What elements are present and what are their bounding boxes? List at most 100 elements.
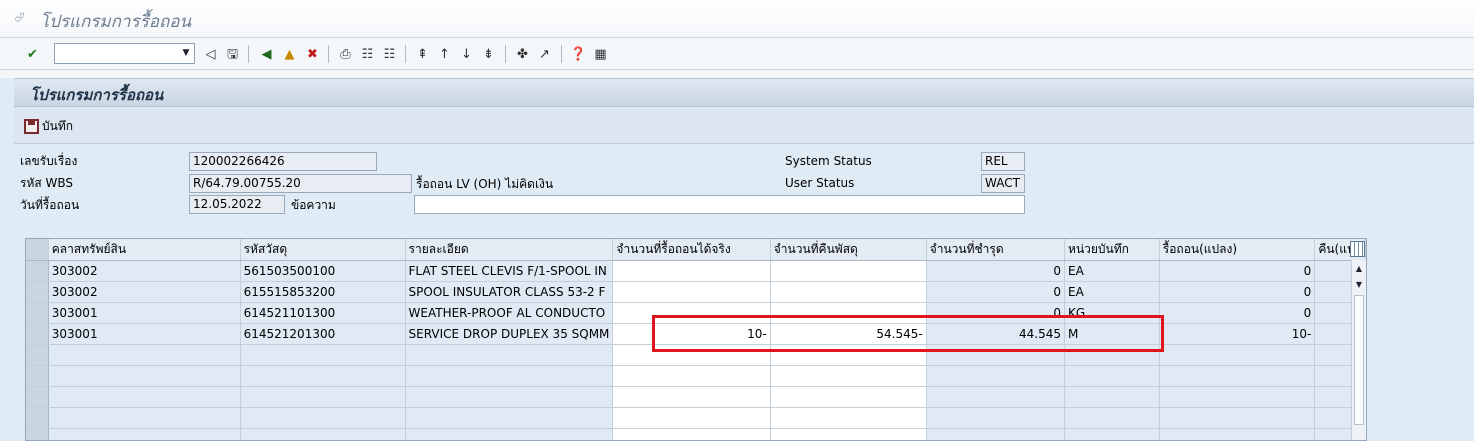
column-header[interactable]: รื้อถอน(แปลง) [1159,239,1316,261]
find-icon[interactable]: ☷ [359,46,376,63]
table-cell: KG [1064,302,1160,324]
table-row[interactable] [26,407,1366,429]
table-row[interactable]: 303001 614521101300 WEATHER-PROOF AL CONDU… [26,302,1366,324]
table-cell: 0 [926,281,1066,303]
row-selector[interactable] [26,365,49,387]
table-cell[interactable] [770,344,927,366]
table-cell[interactable] [770,281,927,303]
table-cell[interactable] [612,302,771,324]
scroll-thumb[interactable] [1354,295,1364,425]
table-cell[interactable] [770,407,927,429]
exit-icon[interactable]: ▲ [281,46,298,63]
table-cell [926,365,1066,387]
vertical-scrollbar[interactable]: ▲ ▼ [1351,260,1366,440]
wbs-field[interactable]: R/64.79.00755.20 [189,174,412,193]
save-button[interactable]: บันทึก [24,116,73,136]
previous-page-icon[interactable]: ↑ [436,46,453,63]
last-page-icon[interactable]: ⇟ [480,46,497,63]
toolbar-separator [248,45,249,63]
find-next-icon[interactable]: ☷ [381,46,398,63]
column-header[interactable]: คลาสทรัพย์สิน [48,239,241,261]
print-icon[interactable]: ⎙ [337,46,354,63]
column-header[interactable]: จำนวนที่คืนพัสดุ [770,239,927,261]
create-session-icon[interactable]: ✤ [514,46,531,63]
table-cell[interactable] [770,365,927,387]
row-selector[interactable] [26,260,49,282]
table-cell [240,365,406,387]
doc-no-field[interactable]: 120002266426 [189,152,377,171]
standard-toolbar: ✔ ▼ ◁ 🖫 ◀ ▲ ✖ ⎙ ☷ ☷ ⇞ ↑ ↓ ⇟ ✤ ↗ ❓ ▦ [0,38,1474,70]
table-row[interactable]: 303002 561503500100 FLAT STEEL CLEVIS F/1-… [26,260,1366,282]
column-header[interactable]: หน่วยบันทึก [1064,239,1160,261]
row-selector[interactable] [26,323,49,345]
menu-icon[interactable]: ⮰ [14,12,30,26]
next-page-icon[interactable]: ↓ [458,46,475,63]
select-all-cell[interactable] [26,239,49,261]
row-selector[interactable] [26,386,49,408]
table-row[interactable] [26,365,1366,387]
row-selector[interactable] [26,407,49,429]
layout-icon[interactable]: ▦ [592,46,609,63]
table-cell[interactable] [612,407,771,429]
table-cell [48,428,241,440]
table-cell [240,344,406,366]
system-status-field[interactable]: REL [981,152,1025,171]
column-header[interactable]: จำนวนที่ชำรุด [926,239,1066,261]
date-field[interactable]: 12.05.2022 [189,195,285,214]
table-cell [240,428,406,440]
table-cell: FLAT STEEL CLEVIS F/1-SPOOL IN [405,260,614,282]
table-row[interactable]: 303002 615515853200 SPOOL INSULATOR CLASS … [26,281,1366,303]
table-cell[interactable] [612,428,771,440]
message-label: ข้อความ [291,198,336,212]
help-icon[interactable]: ❓ [570,46,587,63]
table-cell [240,407,406,429]
table-cell [1064,386,1160,408]
shortcut-icon[interactable]: ↗ [536,46,553,63]
user-status-field[interactable]: WACT [981,174,1025,193]
table-cell [240,386,406,408]
back-arrow-icon[interactable]: ◁ [202,46,219,63]
enter-icon[interactable]: ✔ [24,46,41,63]
table-cell[interactable] [612,260,771,282]
table-row[interactable] [26,344,1366,366]
row-selector[interactable] [26,281,49,303]
table-cell [1159,344,1316,366]
first-page-icon[interactable]: ⇞ [414,46,431,63]
table-cell[interactable] [770,386,927,408]
page-title: โปรแกรมการรื้อถอน [30,86,164,104]
table-cell[interactable] [612,344,771,366]
column-header[interactable]: จำนวนที่รื้อถอนได้จริง [612,239,771,261]
scroll-up-icon[interactable]: ▲ [1354,262,1364,276]
table-row[interactable]: 303001 614521201300 SERVICE DROP DUPLEX 35… [26,323,1366,345]
column-settings-icon[interactable] [1350,241,1365,257]
toolbar-separator [505,45,506,63]
table-cell [926,407,1066,429]
command-field[interactable]: ▼ [54,43,195,64]
table-cell[interactable]: 10- [612,323,771,345]
table-cell[interactable] [770,428,927,440]
date-label: วันที่รื้อถอน [20,198,80,212]
table-row[interactable] [26,428,1366,440]
table-cell[interactable] [612,386,771,408]
table-header-row: คลาสทรัพย์สิน รหัสวัสดุ รายละเอียด จำนวน… [26,239,1366,261]
back-icon[interactable]: ◀ [258,46,275,63]
column-header[interactable]: รหัสวัสดุ [240,239,406,261]
system-status-label: System Status [785,154,872,168]
cancel-icon[interactable]: ✖ [304,46,321,63]
chevron-down-icon[interactable]: ▼ [178,44,194,63]
row-selector[interactable] [26,302,49,324]
table-cell[interactable]: 54.545- [770,323,927,345]
table-cell [405,365,614,387]
row-selector[interactable] [26,344,49,366]
table-row[interactable] [26,386,1366,408]
table-cell[interactable] [770,302,927,324]
row-selector[interactable] [26,428,49,440]
message-input[interactable] [414,195,1025,214]
scroll-down-icon[interactable]: ▼ [1354,278,1364,292]
table-cell[interactable] [612,281,771,303]
table-cell[interactable] [770,260,927,282]
table-cell[interactable] [612,365,771,387]
column-header[interactable]: รายละเอียด [405,239,614,261]
save-icon[interactable]: 🖫 [224,46,241,63]
table-cell: 44.545 [926,323,1066,345]
